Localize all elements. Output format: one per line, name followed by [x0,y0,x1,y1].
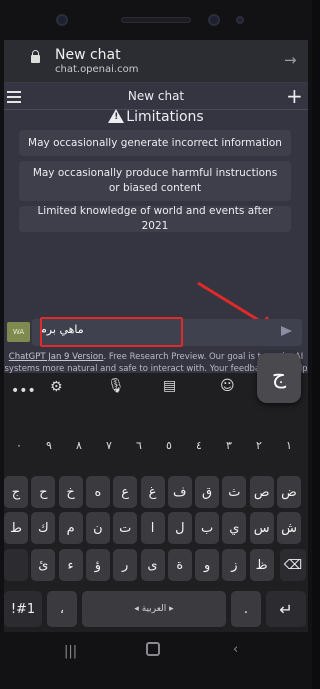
back-nav-icon[interactable]: ‹ [233,642,238,657]
number-key[interactable]: ٢ [246,438,272,452]
symbols-key[interactable]: !#1 [4,591,42,627]
new-chat-plus-icon[interactable]: + [286,84,303,108]
letter-key[interactable]: ي [222,512,247,544]
page-title: New chat [55,47,121,63]
share-arrow-icon[interactable]: → [284,51,297,69]
letter-key[interactable]: ش [277,512,301,544]
space-key[interactable]: ◂ العربية ▸ [82,591,226,627]
microphone-icon[interactable]: 🎙 [107,378,125,394]
letter-key[interactable]: ق [195,476,220,508]
sticker-icon[interactable]: ☺ [220,378,235,394]
letter-key[interactable]: ط [4,512,28,544]
letter-key[interactable]: ع [113,476,138,508]
more-icon[interactable]: ••• [11,383,36,399]
user-avatar: WA [7,322,30,342]
proximity-sensor [236,16,244,24]
home-nav-icon[interactable] [146,642,160,656]
clipboard-icon[interactable]: ▤ [163,378,176,394]
red-highlight-box [40,317,183,347]
front-camera [208,14,220,26]
letter-key[interactable]: ة [167,549,192,581]
letter-key[interactable]: ك [31,512,56,544]
limitation-item: Limited knowledge of world and events af… [19,205,291,232]
number-key[interactable]: ١ [276,438,302,452]
settings-gear-icon[interactable]: ⚙ [50,379,63,395]
letter-key[interactable]: ى [140,549,165,581]
letter-key[interactable]: ح [31,476,56,508]
letter-key[interactable]: ت [113,512,138,544]
backspace-key[interactable]: ⌫ [280,549,306,581]
page-url[interactable]: chat.openai.com [55,64,138,75]
recents-nav-icon[interactable]: ||| [64,644,77,659]
version-link[interactable]: ChatGPT Jan 9 Version [9,352,104,362]
key-preview-popup: ج [257,353,301,403]
limitations-heading: Limitations [4,107,308,125]
chat-title: New chat [127,89,185,103]
number-key[interactable]: ٧ [96,438,122,452]
letter-key[interactable]: ء [58,549,83,581]
letter-key[interactable]: ث [222,476,247,508]
warning-icon [108,109,125,123]
letter-key[interactable]: ص [249,476,274,508]
letter-key[interactable]: ر [113,549,138,581]
letter-key[interactable]: و [195,549,220,581]
letter-key[interactable]: ه [85,476,110,508]
letter-key[interactable]: ؤ [85,549,110,581]
letter-key[interactable]: س [249,512,274,544]
limitation-item: May occasionally produce harmful instruc… [19,161,291,201]
number-key[interactable]: ٨ [66,438,92,452]
phone-frame: New chat chat.openai.com → New chat + Li… [0,0,312,689]
number-key[interactable]: ٦ [126,438,152,452]
lock-icon [31,50,40,63]
phone-bottom-bezel: ||| ‹ [0,632,312,689]
letter-key[interactable]: ب [195,512,220,544]
number-key[interactable]: ٩ [36,438,62,452]
number-key[interactable]: ٣ [216,438,242,452]
letter-key[interactable]: ن [85,512,110,544]
spacer-key[interactable] [4,549,28,581]
browser-url-bar[interactable]: New chat chat.openai.com → [4,40,308,83]
comma-key[interactable]: ، [47,591,77,627]
letter-key[interactable]: ل [167,512,192,544]
number-key[interactable]: ٤ [186,438,212,452]
language-label: ◂ العربية ▸ [134,604,174,614]
letter-key[interactable]: ظ [249,549,274,581]
letter-key[interactable]: ا [140,512,165,544]
phone-top-bezel [0,0,312,40]
letter-key[interactable]: ف [167,476,192,508]
letter-key[interactable]: ز [222,549,247,581]
letter-key[interactable]: خ [58,476,83,508]
letter-key[interactable]: غ [140,476,165,508]
period-key[interactable]: . [231,591,261,627]
letter-key[interactable]: م [58,512,83,544]
earpiece-speaker [121,17,191,23]
limitation-item: May occasionally generate incorrect info… [19,130,291,156]
letter-key[interactable]: ئ [31,549,56,581]
front-sensor [56,14,68,26]
send-icon[interactable] [281,326,292,336]
number-key[interactable]: ٠ [6,438,32,452]
letter-key[interactable]: ج [4,476,28,508]
enter-key[interactable]: ↵ [266,591,306,627]
number-key[interactable]: ٥ [156,438,182,452]
letter-key[interactable]: ض [277,476,301,508]
